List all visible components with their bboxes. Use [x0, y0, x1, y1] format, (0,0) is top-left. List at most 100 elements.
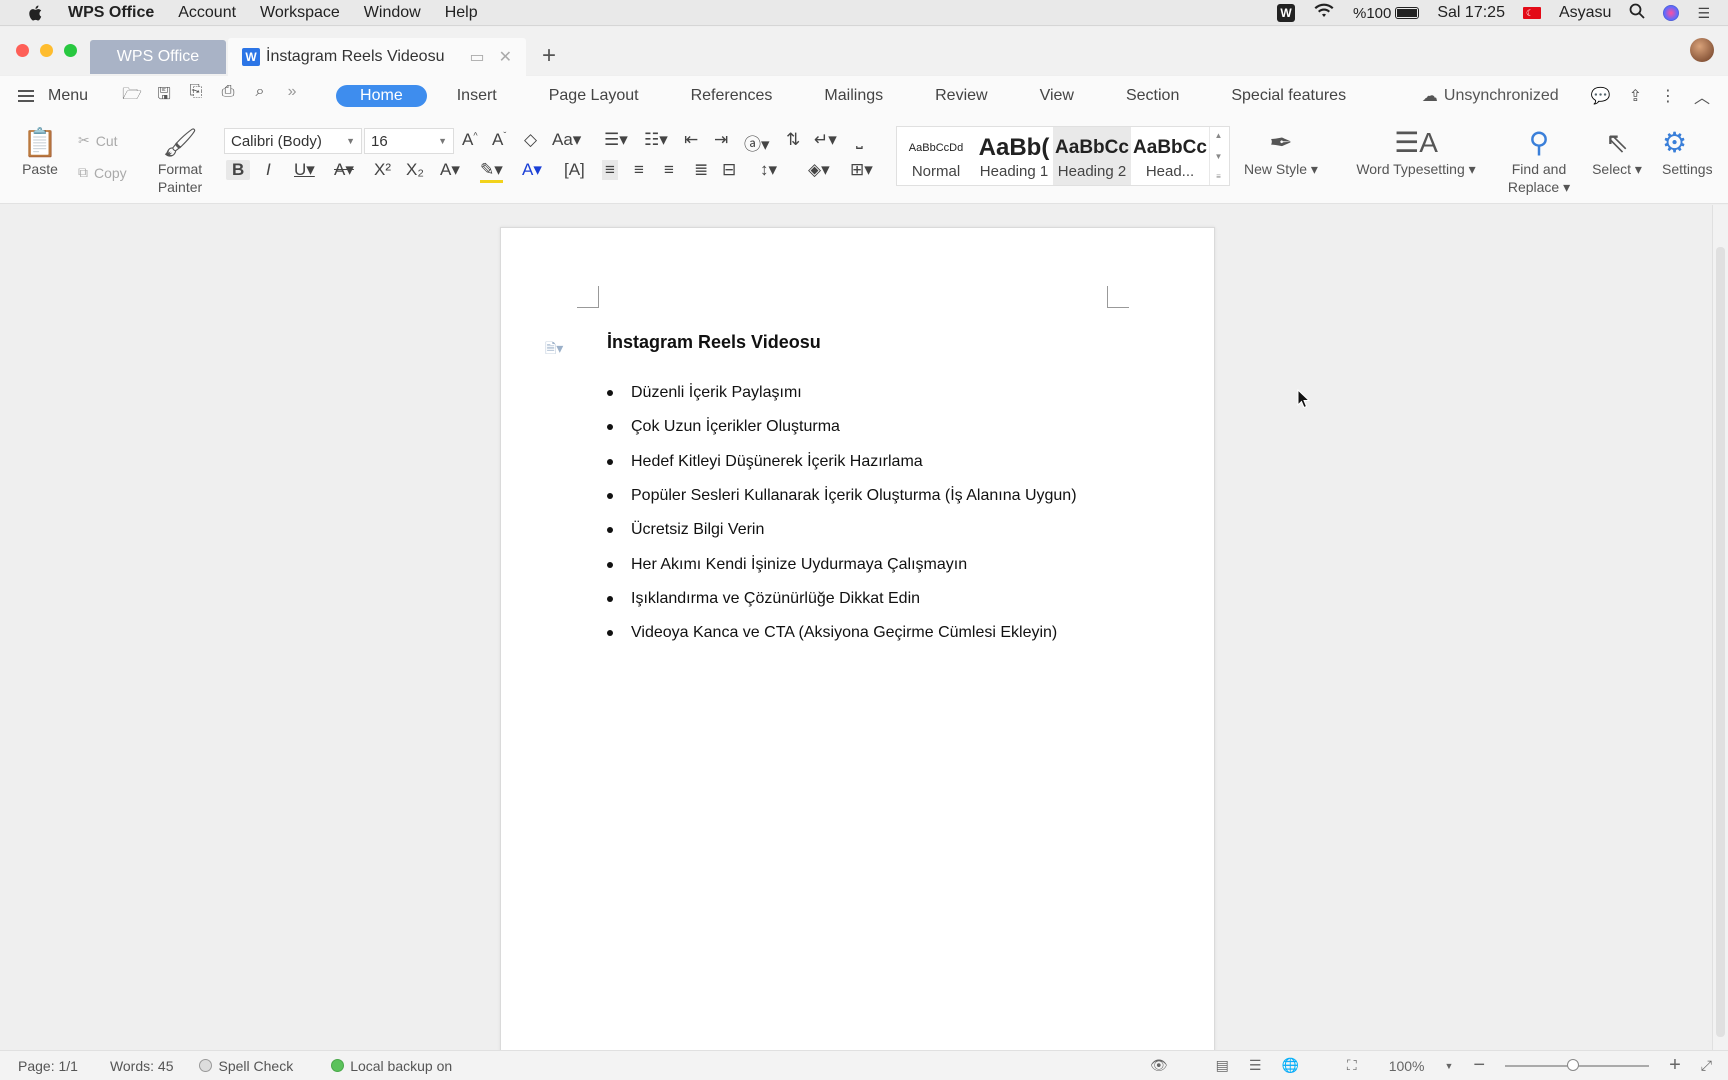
comment-icon[interactable]: 💬 — [1591, 86, 1611, 106]
close-tab-icon[interactable]: ✕ — [499, 47, 512, 67]
print-preview-icon[interactable]: ⌕ — [250, 83, 270, 110]
settings-button[interactable]: ⚙ Settings — [1662, 126, 1712, 178]
character-border-icon[interactable]: [A] — [564, 160, 585, 180]
numbered-list-icon[interactable]: ☷▾ — [644, 130, 668, 150]
collapse-ribbon-icon[interactable]: ︿ — [1694, 84, 1710, 108]
input-source-flag-icon[interactable] — [1522, 7, 1541, 19]
close-window-button[interactable] — [16, 44, 29, 57]
battery-icon[interactable] — [1395, 7, 1420, 19]
underline-button[interactable]: U▾ — [294, 160, 315, 180]
zoom-slider[interactable] — [1505, 1058, 1650, 1071]
decrease-font-icon[interactable]: Aˇ — [492, 130, 506, 150]
control-center-icon[interactable]: ☰ — [1697, 5, 1710, 22]
fit-page-icon[interactable]: ⛶ — [1347, 1057, 1357, 1074]
zoom-window-button[interactable] — [64, 44, 77, 57]
highlight-color-icon[interactable]: ✎▾ — [480, 160, 503, 183]
page-count[interactable]: Page: 1/1 — [18, 1058, 78, 1074]
align-left-button[interactable]: ≡ — [602, 160, 618, 180]
open-folder-icon[interactable]: 🗁 — [122, 83, 142, 110]
cut-button[interactable]: ✂ Cut — [78, 132, 118, 149]
paste-button[interactable]: 📋 Paste — [14, 126, 66, 178]
sync-status[interactable]: ☁ Unsynchronized — [1422, 86, 1559, 106]
increase-indent-icon[interactable]: ⇥ — [714, 130, 728, 150]
tab-special-features[interactable]: Special features — [1231, 87, 1346, 105]
tab-mailings[interactable]: Mailings — [824, 87, 883, 105]
print-icon[interactable]: ⎙ — [218, 83, 238, 110]
increase-font-icon[interactable]: A^ — [462, 130, 478, 150]
justify-button[interactable]: ≣ — [694, 160, 708, 180]
tab-home[interactable]: Home — [336, 85, 427, 107]
menu-window[interactable]: Window — [364, 4, 421, 22]
align-right-button[interactable]: ≡ — [664, 160, 674, 180]
paragraph-menu-icon[interactable]: 🗎▾ — [545, 338, 563, 362]
present-icon[interactable]: ▭ — [469, 47, 484, 67]
wps-tray-icon[interactable]: W — [1276, 4, 1295, 22]
zoom-slider-knob[interactable] — [1566, 1058, 1579, 1071]
tab-insert[interactable]: Insert — [457, 87, 497, 105]
text-effect-icon[interactable]: A▾ — [440, 160, 460, 180]
font-size-select[interactable]: 16 ▼ — [364, 128, 454, 154]
fullscreen-icon[interactable]: ⤢ — [1701, 1057, 1712, 1074]
borders-icon[interactable]: ⊞▾ — [850, 160, 873, 180]
distributed-button[interactable]: ⊟ — [722, 160, 736, 180]
find-replace-button[interactable]: ⚲ Find and Replace ▾ — [1500, 126, 1578, 196]
more-chevron-icon[interactable]: » — [282, 83, 302, 110]
tab-section[interactable]: Section — [1126, 87, 1179, 105]
show-marks-icon[interactable]: ⎵ — [856, 130, 863, 150]
tab-view[interactable]: View — [1040, 87, 1074, 105]
tab-wps-office-home[interactable]: WPS Office — [90, 40, 226, 74]
list-item[interactable]: Videoya Kanca ve CTA (Aksiyona Geçirme C… — [607, 616, 1077, 650]
style-heading-2[interactable]: AaBbCc Heading 2 — [1053, 127, 1131, 185]
menu-app-name[interactable]: WPS Office — [68, 4, 154, 22]
web-view-icon[interactable]: 🌐 — [1281, 1057, 1298, 1074]
align-center-button[interactable]: ≡ — [634, 160, 644, 180]
format-painter-button[interactable]: 🖌 Format Painter — [150, 126, 210, 196]
document-heading[interactable]: İnstagram Reels Videosu — [607, 332, 821, 353]
local-backup-status[interactable]: Local backup on — [331, 1058, 452, 1074]
share-icon[interactable]: ⇪ — [1629, 86, 1642, 106]
more-options-icon[interactable]: ⋮ — [1660, 86, 1676, 106]
wifi-icon[interactable] — [1313, 3, 1335, 24]
word-typesetting-button[interactable]: ☰A Word Typesetting ▾ — [1344, 126, 1488, 178]
chinese-layout-icon[interactable]: ⓐ▾ — [744, 130, 770, 155]
zoom-in-icon[interactable]: + — [1669, 1054, 1681, 1077]
list-item[interactable]: Düzenli İçerik Paylaşımı — [607, 376, 1077, 410]
spotlight-search-icon[interactable] — [1629, 3, 1646, 24]
account-avatar[interactable] — [1690, 38, 1714, 62]
zoom-level[interactable]: 100% — [1389, 1058, 1425, 1074]
menu-account[interactable]: Account — [178, 4, 236, 22]
spell-check-toggle[interactable]: Spell Check — [199, 1058, 293, 1074]
expand-icon[interactable]: ≡ — [1216, 172, 1221, 181]
main-menu-button[interactable]: Menu — [18, 87, 88, 105]
shading-icon[interactable]: ◈▾ — [808, 160, 830, 180]
page-view-icon[interactable]: ▤ — [1216, 1057, 1229, 1074]
text-direction-icon[interactable]: ↵▾ — [814, 130, 837, 150]
scrollbar-thumb[interactable] — [1716, 247, 1725, 1037]
list-item[interactable]: Işıklandırma ve Çözünürlüğe Dikkat Edin — [607, 582, 1077, 616]
zoom-dropdown-icon[interactable]: ▼ — [1445, 1061, 1454, 1071]
line-spacing-icon[interactable]: ↕▾ — [760, 160, 777, 180]
font-name-select[interactable]: Calibri (Body) ▼ — [224, 128, 362, 154]
eye-protection-icon[interactable]: 👁 — [1150, 1057, 1168, 1074]
bullets-list-icon[interactable]: ☰▾ — [604, 130, 628, 150]
new-style-button[interactable]: ✒ New Style ▾ — [1236, 126, 1326, 178]
style-heading-1[interactable]: AaBb( Heading 1 — [975, 127, 1053, 185]
tab-page-layout[interactable]: Page Layout — [549, 87, 639, 105]
style-gallery-scroll[interactable]: ▲ ▼ ≡ — [1209, 127, 1227, 185]
export-pdf-icon[interactable]: ⎘ — [186, 83, 206, 110]
menu-workspace[interactable]: Workspace — [260, 4, 340, 22]
outline-view-icon[interactable]: ☰ — [1249, 1057, 1262, 1074]
word-count[interactable]: Words: 45 — [110, 1058, 174, 1074]
copy-button[interactable]: ⧉ Copy — [78, 164, 127, 181]
list-item[interactable]: Hedef Kitleyi Düşünerek İçerik Hazırlama — [607, 445, 1077, 479]
list-item[interactable]: Çok Uzun İçerikler Oluşturma — [607, 410, 1077, 444]
zoom-out-icon[interactable]: − — [1473, 1054, 1485, 1077]
chevron-up-icon[interactable]: ▲ — [1215, 131, 1223, 140]
tab-document[interactable]: W İnstagram Reels Videosu ▭ ✕ — [228, 38, 526, 76]
style-heading-3[interactable]: AaBbCc Head... — [1131, 127, 1209, 185]
document-page[interactable]: 🗎▾ İnstagram Reels Videosu Düzenli İçeri… — [500, 227, 1215, 1057]
list-item[interactable]: Popüler Sesleri Kullanarak İçerik Oluştu… — [607, 479, 1077, 513]
menu-help[interactable]: Help — [445, 4, 478, 22]
italic-button[interactable]: I — [266, 160, 271, 180]
clock[interactable]: Sal 17:25 — [1437, 4, 1505, 22]
